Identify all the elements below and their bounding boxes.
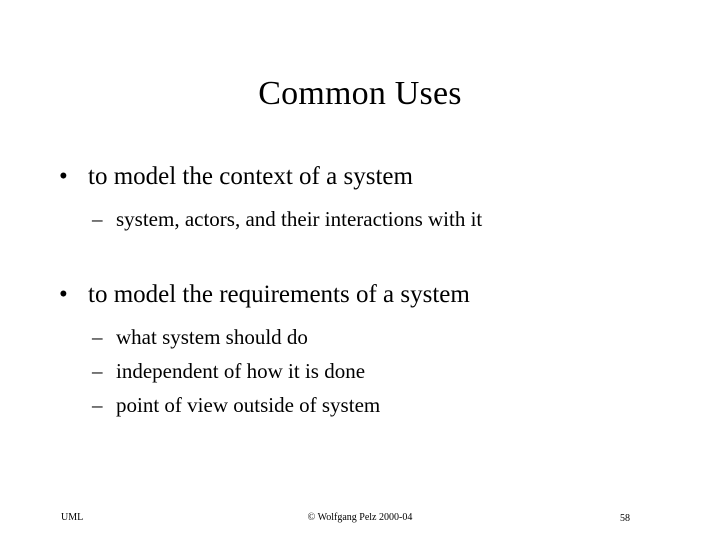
- bullet-dot-icon: •: [59, 281, 68, 308]
- bullet-item-label: to model the context of a system: [88, 163, 413, 190]
- dash-icon: –: [92, 325, 103, 349]
- bullet-item-level1: • to model the requirements of a system: [0, 278, 720, 311]
- bullet-item-level2: – point of view outside of system: [0, 388, 720, 422]
- bullet-item-level2: – independent of how it is done: [0, 354, 720, 388]
- slide-footer: UML © Wolfgang Pelz 2000-04 58: [0, 508, 720, 528]
- dash-icon: –: [92, 207, 103, 231]
- page-title: Common Uses: [258, 75, 462, 112]
- bullet-group: • to model the context of a system – sys…: [0, 160, 720, 236]
- slide-body: • to model the context of a system – sys…: [0, 160, 720, 422]
- presentation-slide: Common Uses • to model the context of a …: [0, 0, 720, 540]
- sub-bullet-label: system, actors, and their interactions w…: [116, 207, 483, 231]
- sub-bullet-label: independent of how it is done: [116, 359, 366, 383]
- bullet-item-level2: – what system should do: [0, 320, 720, 354]
- dash-icon: –: [92, 359, 103, 383]
- dash-icon: –: [92, 393, 103, 417]
- slide-number: 58: [620, 513, 630, 524]
- bullet-item-level2: – system, actors, and their interactions…: [0, 202, 720, 236]
- sub-bullet-label: what system should do: [116, 325, 308, 349]
- sub-bullet-label: point of view outside of system: [116, 393, 381, 417]
- bullet-item-level1: • to model the context of a system: [0, 160, 720, 193]
- bullet-group: • to model the requirements of a system …: [0, 278, 720, 422]
- bullet-item-label: to model the requirements of a system: [88, 281, 470, 308]
- bullet-dot-icon: •: [59, 163, 68, 190]
